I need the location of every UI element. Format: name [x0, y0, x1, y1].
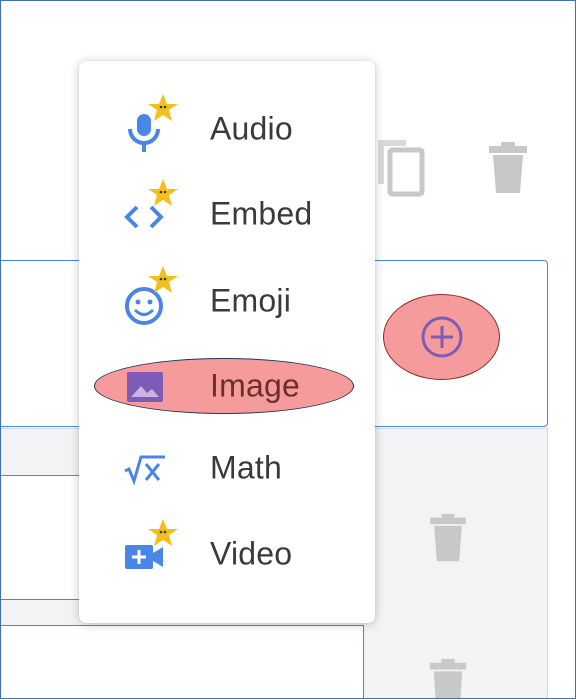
square-root-x-icon [119, 431, 181, 505]
menu-item-label: Emoji [210, 282, 292, 319]
copy-icon[interactable] [372, 134, 428, 200]
menu-item-video[interactable]: Video [79, 517, 375, 591]
trash-icon[interactable] [487, 140, 529, 196]
add-media-button[interactable] [383, 294, 500, 380]
answer-option-field-2[interactable] [0, 625, 364, 699]
menu-item-image[interactable]: Image [79, 349, 375, 423]
menu-item-emoji[interactable]: Emoji [79, 264, 375, 338]
plus-circle-icon [421, 316, 462, 358]
menu-item-audio[interactable]: Audio [79, 92, 375, 166]
smiley-icon [119, 264, 181, 338]
menu-item-label: Embed [210, 195, 313, 232]
menu-item-label: Video [210, 535, 293, 572]
menu-item-embed[interactable]: Embed [79, 177, 375, 251]
code-brackets-icon [119, 177, 181, 251]
menu-item-label: Image [210, 367, 300, 404]
menu-item-label: Math [210, 449, 282, 486]
insert-media-menu: Audio Embed Emoji Image Math Video [79, 61, 375, 623]
microphone-icon [119, 92, 181, 166]
delete-option-2-icon[interactable] [428, 657, 468, 699]
delete-option-1-icon[interactable] [428, 512, 468, 564]
image-icon [119, 349, 181, 423]
menu-item-math[interactable]: Math [79, 431, 375, 505]
video-camera-icon [119, 517, 181, 591]
menu-item-label: Audio [210, 110, 293, 147]
